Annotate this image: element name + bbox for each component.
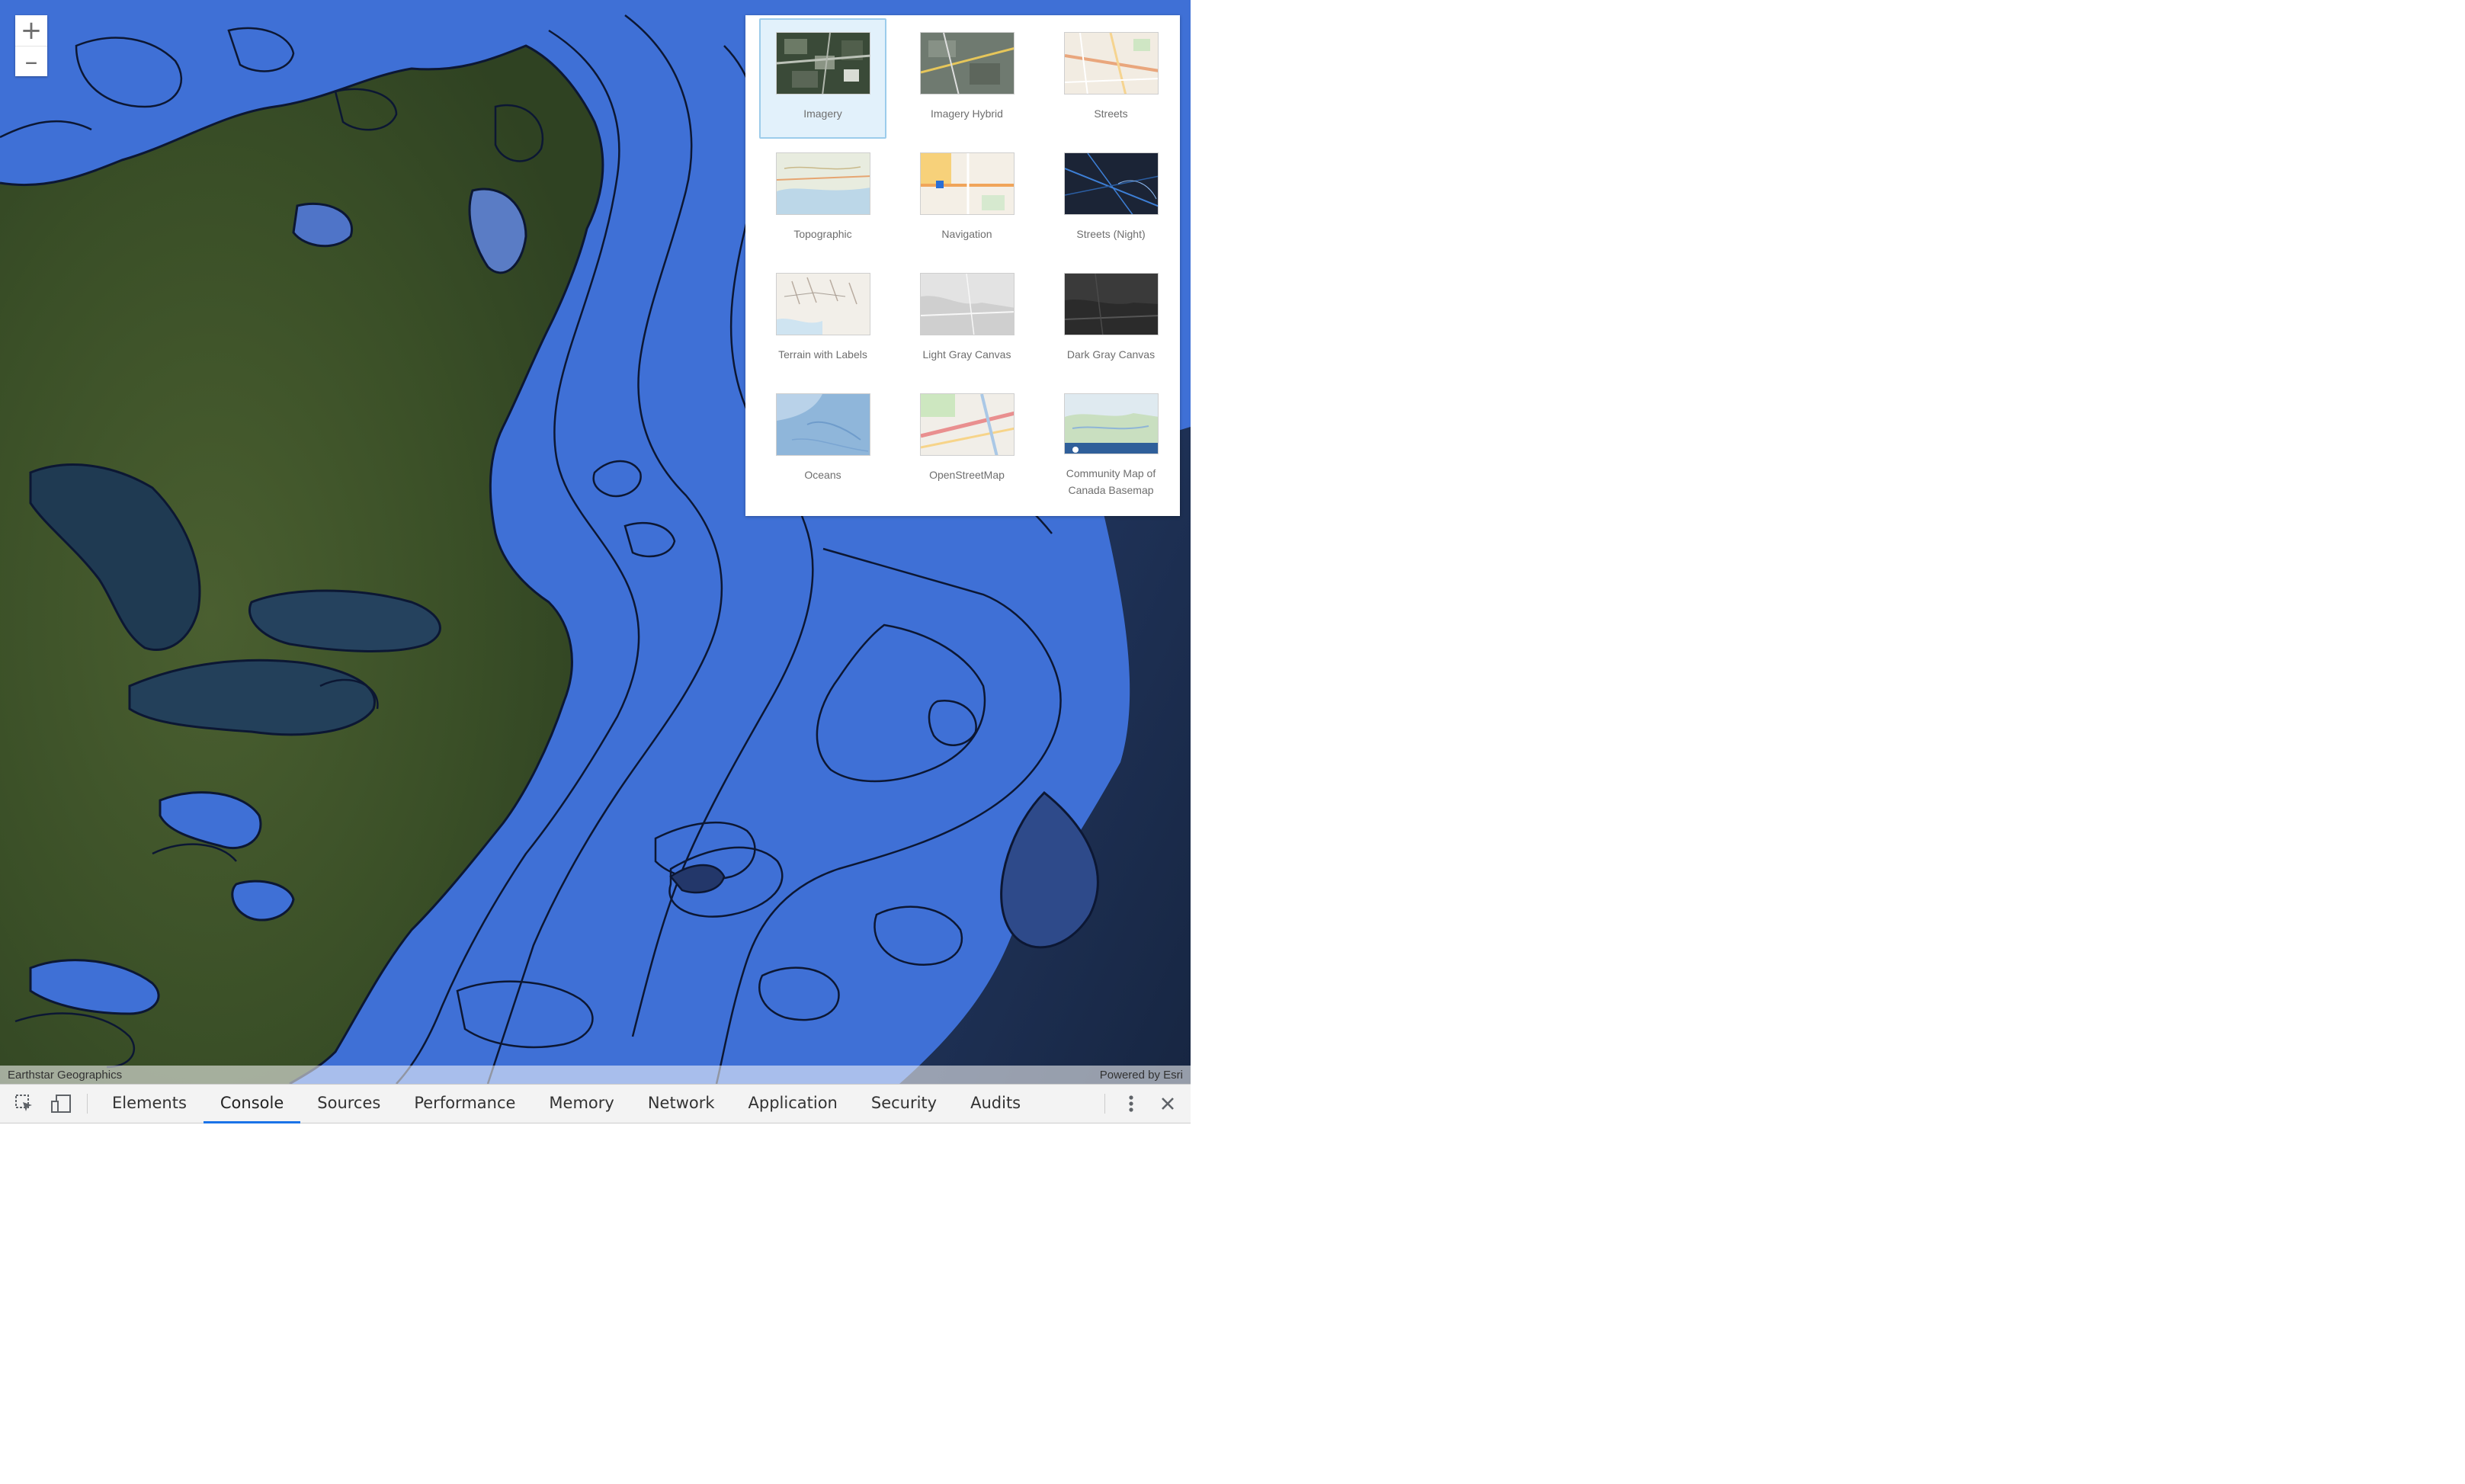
basemap-item-light-gray[interactable]: Light Gray Canvas bbox=[903, 259, 1031, 380]
basemap-label: Streets bbox=[1094, 107, 1128, 120]
light-gray-thumbnail bbox=[919, 273, 1015, 335]
attribution-bar: Earthstar Geographics Powered by Esri bbox=[0, 1066, 1191, 1084]
canada-thumbnail bbox=[1063, 393, 1159, 454]
tab-security[interactable]: Security bbox=[854, 1085, 954, 1123]
close-icon[interactable] bbox=[1149, 1085, 1186, 1123]
basemap-label: Navigation bbox=[941, 228, 992, 240]
tab-performance[interactable]: Performance bbox=[397, 1085, 532, 1123]
basemap-label: Terrain with Labels bbox=[778, 348, 867, 361]
basemap-item-community-canada[interactable]: Community Map of Canada Basemap bbox=[1047, 380, 1175, 500]
devtools-divider bbox=[87, 1094, 88, 1114]
devtools-spacer bbox=[1037, 1085, 1097, 1123]
devtools-tab-bar: Elements Console Sources Performance Mem… bbox=[0, 1084, 1191, 1123]
oceans-thumbnail bbox=[775, 393, 870, 456]
basemap-item-terrain[interactable]: Terrain with Labels bbox=[759, 259, 886, 380]
basemap-label: Topographic bbox=[793, 228, 852, 240]
zoom-control: + – bbox=[15, 15, 47, 76]
navigation-thumbnail bbox=[919, 152, 1015, 215]
zoom-in-button[interactable]: + bbox=[15, 15, 47, 46]
basemap-label: Imagery Hybrid bbox=[931, 107, 1003, 120]
basemap-label: OpenStreetMap bbox=[929, 469, 1005, 481]
basemap-label: Community Map of Canada Basemap bbox=[1066, 467, 1156, 496]
device-toolbar-icon[interactable] bbox=[43, 1085, 79, 1123]
dark-gray-thumbnail bbox=[1063, 273, 1159, 335]
more-options-icon[interactable] bbox=[1113, 1085, 1149, 1123]
basemap-item-streets[interactable]: Streets bbox=[1047, 18, 1175, 139]
tab-sources[interactable]: Sources bbox=[300, 1085, 397, 1123]
streets-night-thumbnail bbox=[1063, 152, 1159, 215]
tab-network[interactable]: Network bbox=[631, 1085, 732, 1123]
devtools-divider bbox=[1104, 1094, 1105, 1114]
basemap-label: Light Gray Canvas bbox=[922, 348, 1011, 361]
basemap-item-openstreetmap[interactable]: OpenStreetMap bbox=[903, 380, 1031, 500]
basemap-grid: Imagery Imagery Hybrid Streets Topograph… bbox=[759, 18, 1171, 500]
imagery-hybrid-thumbnail bbox=[919, 32, 1015, 95]
basemap-gallery: Imagery Imagery Hybrid Streets Topograph… bbox=[745, 15, 1180, 516]
basemap-label: Oceans bbox=[804, 469, 841, 481]
tab-elements[interactable]: Elements bbox=[95, 1085, 204, 1123]
map-view[interactable]: + – Imagery Imagery Hybrid Streets Topog… bbox=[0, 0, 1191, 1084]
basemap-item-imagery-hybrid[interactable]: Imagery Hybrid bbox=[903, 18, 1031, 139]
attribution-source[interactable]: Earthstar Geographics bbox=[8, 1069, 122, 1082]
basemap-label: Streets (Night) bbox=[1076, 228, 1146, 240]
tab-console[interactable]: Console bbox=[203, 1085, 301, 1123]
tab-audits[interactable]: Audits bbox=[954, 1085, 1037, 1123]
basemap-item-navigation[interactable]: Navigation bbox=[903, 139, 1031, 259]
basemap-item-oceans[interactable]: Oceans bbox=[759, 380, 886, 500]
inspect-element-icon[interactable] bbox=[6, 1085, 43, 1123]
tab-memory[interactable]: Memory bbox=[532, 1085, 630, 1123]
zoom-out-button[interactable]: – bbox=[15, 46, 47, 77]
tab-application[interactable]: Application bbox=[732, 1085, 854, 1123]
streets-thumbnail bbox=[1063, 32, 1159, 95]
powered-by-esri[interactable]: Powered by Esri bbox=[1100, 1069, 1183, 1082]
basemap-item-dark-gray[interactable]: Dark Gray Canvas bbox=[1047, 259, 1175, 380]
basemap-item-imagery[interactable]: Imagery bbox=[759, 18, 886, 139]
topographic-thumbnail bbox=[775, 152, 870, 215]
basemap-item-streets-night[interactable]: Streets (Night) bbox=[1047, 139, 1175, 259]
imagery-thumbnail bbox=[775, 32, 870, 95]
basemap-label: Dark Gray Canvas bbox=[1066, 348, 1156, 361]
osm-thumbnail bbox=[919, 393, 1015, 456]
basemap-label: Imagery bbox=[803, 107, 842, 120]
basemap-item-topographic[interactable]: Topographic bbox=[759, 139, 886, 259]
terrain-thumbnail bbox=[775, 273, 870, 335]
